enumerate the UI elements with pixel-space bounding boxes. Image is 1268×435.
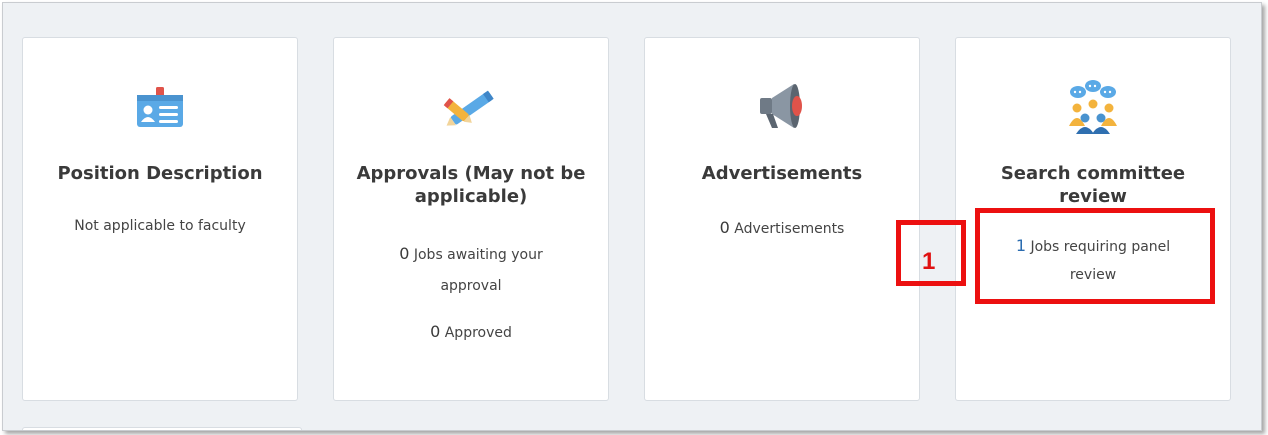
- awaiting-count: 0: [399, 244, 410, 263]
- id-badge-icon: [23, 78, 297, 134]
- megaphone-icon: [645, 78, 919, 134]
- card-status-text: Not applicable to faculty: [74, 218, 246, 234]
- advertisements-count: 0: [719, 218, 730, 237]
- awaiting-approval-text[interactable]: 0 Jobs awaiting your approval: [352, 238, 590, 302]
- awaiting-label: Jobs awaiting your: [413, 247, 543, 263]
- card-title: Search committee review: [1000, 163, 1186, 207]
- annotation-marker-label: 1: [922, 248, 936, 275]
- card-title: Position Description: [57, 163, 263, 184]
- committee-group-icon: [956, 78, 1230, 134]
- approved-text[interactable]: 0 Approved: [352, 322, 590, 343]
- advertisements-label: Advertisements: [734, 221, 845, 237]
- card-approvals[interactable]: Approvals (May not be applicable) 0 Jobs…: [333, 37, 609, 401]
- check-pencil-icon: [334, 78, 608, 134]
- awaiting-label-cont: approval: [440, 278, 502, 294]
- card-advertisements[interactable]: Advertisements 0 Advertisements: [644, 37, 920, 401]
- approved-label: Approved: [444, 325, 512, 341]
- annotation-highlight-box: [975, 208, 1215, 304]
- advertisements-text[interactable]: 0 Advertisements: [663, 218, 901, 239]
- card-position-description[interactable]: Position Description Not applicable to f…: [22, 37, 298, 401]
- card-title: Advertisements: [701, 163, 863, 184]
- approved-count: 0: [430, 322, 441, 341]
- card-next-row[interactable]: [22, 427, 302, 430]
- card-title: Approvals (May not be applicable): [356, 163, 586, 207]
